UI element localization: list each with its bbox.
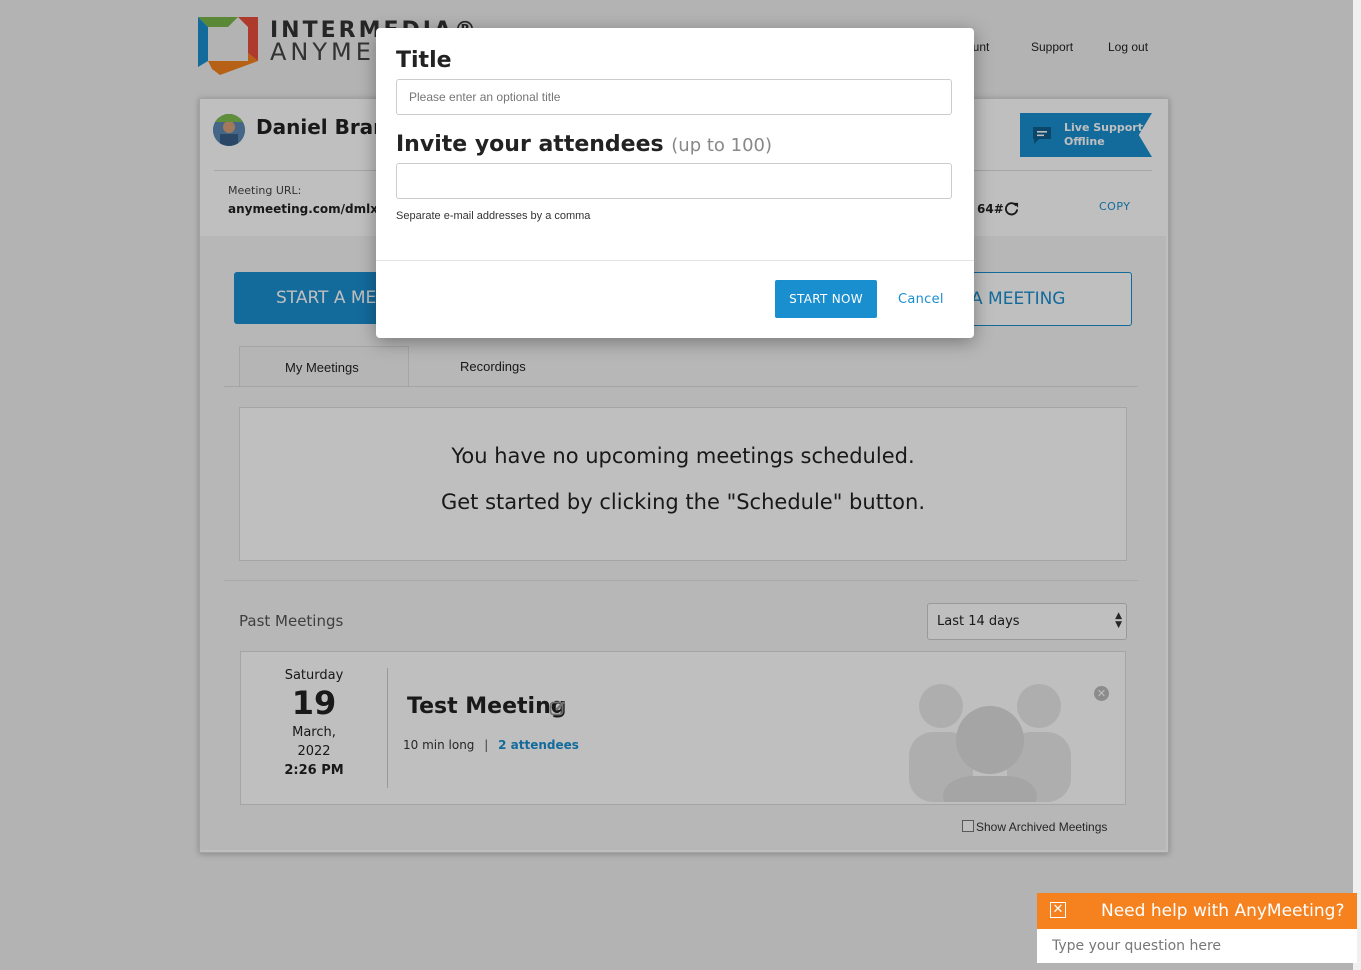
chat-title: Need help with AnyMeeting? xyxy=(1101,901,1345,921)
start-meeting-dialog: Title Invite your attendees (up to 100) … xyxy=(376,28,974,338)
title-input[interactable] xyxy=(396,79,952,115)
chat-placeholder: Type your question here xyxy=(1052,938,1222,954)
dialog-divider xyxy=(376,260,974,261)
help-chat-widget: ✕ Need help with AnyMeeting? Type your q… xyxy=(1037,893,1357,963)
chat-close-icon[interactable]: ✕ xyxy=(1050,902,1066,918)
invite-heading-text: Invite your attendees xyxy=(396,132,664,157)
attendees-email-input[interactable] xyxy=(396,163,952,199)
invite-heading: Invite your attendees (up to 100) xyxy=(396,132,772,157)
invite-limit-note: (up to 100) xyxy=(671,135,773,156)
cancel-button[interactable]: Cancel xyxy=(898,292,944,307)
title-heading: Title xyxy=(396,48,452,73)
page-scrollbar[interactable] xyxy=(1353,0,1361,970)
attendees-help-text: Separate e-mail addresses by a comma xyxy=(396,210,591,222)
start-now-button[interactable]: START NOW xyxy=(775,280,877,318)
